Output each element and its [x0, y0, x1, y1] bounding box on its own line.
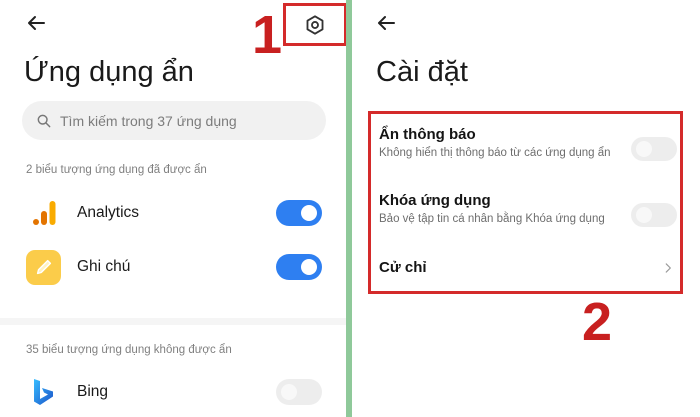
- settings-screen: Cài đặt Ẩn thông báo Không hiển thị thôn…: [352, 0, 700, 417]
- setting-title: Ẩn thông báo: [379, 126, 476, 143]
- hidden-apps-screen: 1 Ứng dụng ẩn Tìm kiếm trong 37 ứng dụng…: [0, 0, 346, 417]
- step-1-annotation: 1: [252, 5, 283, 65]
- setting-app-lock[interactable]: Khóa ứng dụng Bảo vệ tập tin cá nhân bằn…: [379, 192, 677, 227]
- setting-title: Khóa ứng dụng: [379, 192, 491, 209]
- analytics-hide-toggle[interactable]: [276, 200, 322, 226]
- app-row-bing: Bing: [26, 374, 322, 410]
- bing-app-icon: [26, 375, 61, 410]
- analytics-app-icon: [26, 196, 61, 231]
- arrow-left-icon[interactable]: [374, 11, 398, 35]
- app-row-analytics: Analytics: [26, 195, 322, 231]
- app-name: Analytics: [77, 204, 140, 221]
- section-divider: [0, 318, 346, 325]
- page-title: Cài đặt: [376, 56, 468, 88]
- notes-hide-toggle[interactable]: [276, 254, 322, 280]
- settings-highlight-box: Ẩn thông báo Không hiển thị thông báo từ…: [368, 111, 683, 294]
- app-lock-toggle[interactable]: [631, 203, 677, 227]
- gear-icon[interactable]: [304, 14, 326, 36]
- setting-hide-notifications[interactable]: Ẩn thông báo Không hiển thị thông báo từ…: [379, 126, 677, 161]
- app-name: Bing: [77, 383, 109, 400]
- setting-title: Cử chỉ: [379, 259, 427, 276]
- search-icon: [37, 114, 51, 127]
- chevron-right-icon: [665, 263, 671, 273]
- setting-gestures[interactable]: Cử chỉ: [379, 259, 675, 276]
- page-title: Ứng dụng ẩn: [24, 56, 194, 88]
- search-placeholder: Tìm kiếm trong 37 ứng dụng: [60, 112, 237, 129]
- settings-highlight-box: [283, 3, 346, 46]
- shown-section-label: 35 biểu tượng ứng dụng không được ẩn: [26, 344, 232, 356]
- app-name: Ghi chú: [77, 258, 131, 275]
- search-input[interactable]: Tìm kiếm trong 37 ứng dụng: [22, 101, 326, 140]
- step-2-annotation: 2: [582, 292, 613, 352]
- hide-notifications-toggle[interactable]: [631, 137, 677, 161]
- hidden-section-label: 2 biểu tượng ứng dụng đã được ẩn: [26, 164, 207, 176]
- app-row-notes: Ghi chú: [26, 249, 322, 285]
- bing-hide-toggle[interactable]: [276, 379, 322, 405]
- notes-app-icon: [26, 249, 61, 285]
- arrow-left-icon[interactable]: [24, 11, 48, 35]
